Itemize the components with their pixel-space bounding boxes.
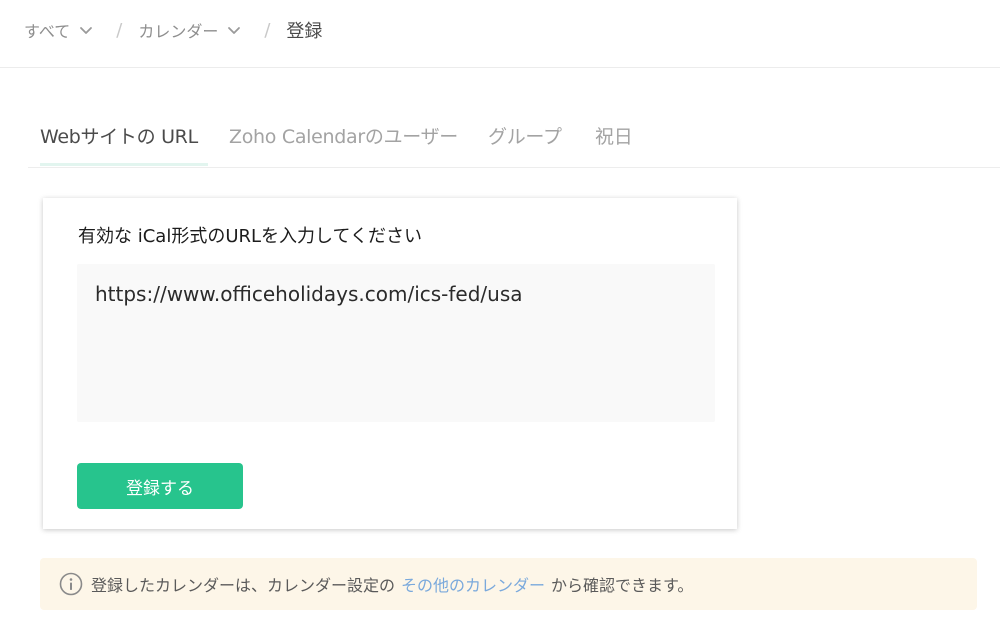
breadcrumb-current: 登録: [286, 21, 323, 42]
info-icon: [59, 572, 83, 596]
active-tab-indicator: [40, 163, 208, 166]
info-text-after: から確認できます。: [551, 576, 694, 595]
breadcrumb-calendar[interactable]: カレンダー: [138, 18, 242, 42]
breadcrumb-separator: /: [116, 19, 123, 41]
tab-groups[interactable]: グループ: [488, 122, 562, 149]
tab-zoho-calendar-users[interactable]: Zoho Calendarのユーザー: [229, 122, 458, 149]
tab-website-url[interactable]: Webサイトの URL: [40, 122, 198, 149]
subscribe-button[interactable]: 登録する: [77, 463, 243, 509]
breadcrumb: すべて / カレンダー / 登録: [24, 17, 322, 43]
breadcrumb-all[interactable]: すべて: [24, 18, 94, 42]
chevron-down-icon: [80, 27, 93, 34]
subscription-tabs: Webサイトの URL Zoho Calendarのユーザー グループ 祝日: [28, 112, 1000, 168]
breadcrumb-all-label: すべて: [24, 22, 71, 41]
top-bar: すべて / カレンダー / 登録: [0, 0, 1000, 68]
url-subscription-card: 有効な iCal形式のURLを入力してください https://www.offi…: [43, 198, 737, 529]
tab-holidays[interactable]: 祝日: [595, 122, 633, 149]
chevron-down-icon: [228, 27, 241, 34]
info-text-before: 登録したカレンダーは、カレンダー設定の: [91, 576, 396, 595]
info-banner: 登録したカレンダーは、カレンダー設定の その他のカレンダー から確認できます。: [40, 558, 977, 610]
other-calendars-link[interactable]: その他のカレンダー: [401, 572, 545, 596]
url-field-label: 有効な iCal形式のURLを入力してください: [78, 226, 422, 247]
breadcrumb-calendar-label: カレンダー: [138, 22, 219, 41]
breadcrumb-separator: /: [264, 19, 271, 41]
ical-url-input[interactable]: https://www.officeholidays.com/ics-fed/u…: [77, 264, 715, 422]
